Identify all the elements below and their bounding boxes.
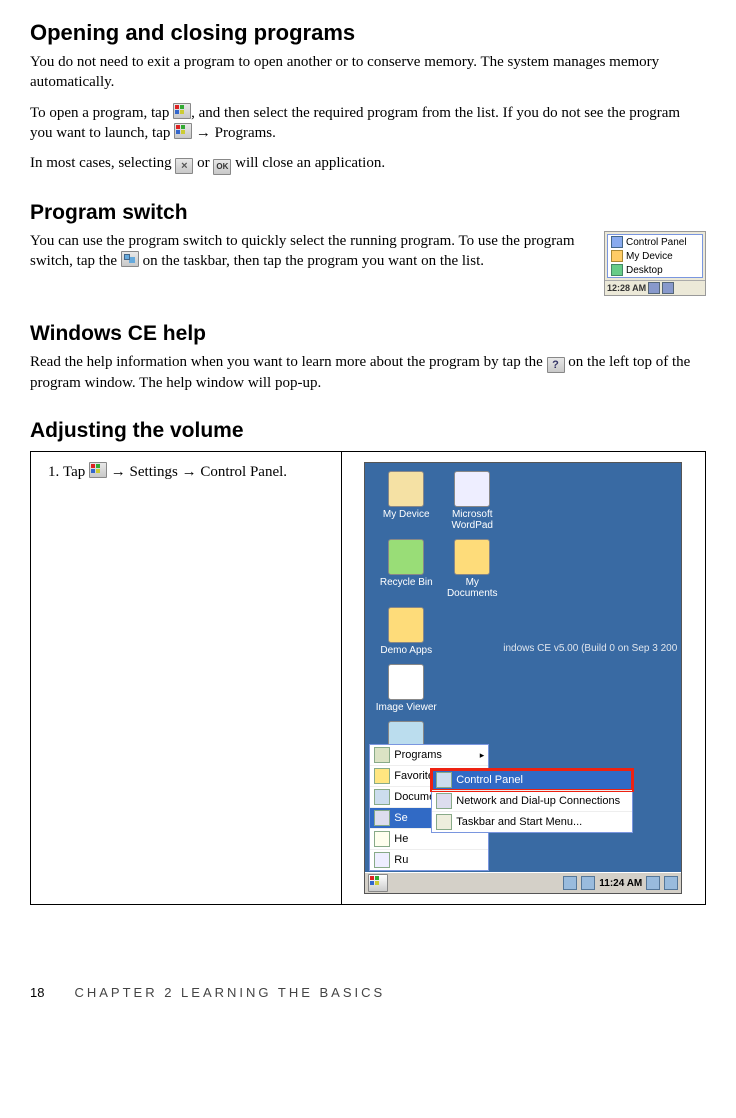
start-menu-programs[interactable]: Programs▸ (370, 745, 488, 765)
settings-submenu: Control Panel Network and Dial-up Connec… (431, 769, 633, 833)
watermark-line1: indows CE v5.00 (Build 0 on Sep 3 200 (503, 643, 677, 654)
start-icon (89, 462, 107, 478)
clock-text: 11:24 AM (599, 878, 642, 889)
submenu-control-panel[interactable]: Control Panel (432, 770, 632, 790)
mini-taskbar: 12:28 AM (605, 280, 705, 295)
desktop-icon-recycle[interactable]: Recycle Bin (373, 539, 439, 588)
switch-tray-icon (662, 282, 674, 294)
submenu-taskbar[interactable]: Taskbar and Start Menu... (432, 811, 632, 832)
volume-screenshot-cell: My Device Microsoft WordPad Recycle Bin … (341, 452, 706, 905)
program-switch-screenshot: Control Panel My Device Desktop 12:28 AM (604, 231, 706, 296)
desktop-icon-mydocs[interactable]: My Documents (439, 539, 505, 599)
desktop-icon-my-device[interactable]: My Device (373, 471, 439, 520)
tray-icon[interactable] (563, 876, 577, 890)
volume-step-cell: Tap → Settings → Control Panel. (31, 452, 342, 905)
program-switch-icon (121, 251, 139, 267)
text: → Programs. (192, 125, 276, 141)
heading-adjusting-volume: Adjusting the volume (30, 419, 706, 443)
para-memory: You do not need to exit a program to ope… (30, 52, 706, 93)
submenu-network[interactable]: Network and Dial-up Connections (432, 790, 632, 811)
text: In most cases, selecting (30, 155, 175, 171)
start-icon (174, 123, 192, 139)
para-close-app: In most cases, selecting × or OK will cl… (30, 153, 706, 175)
tray-icon[interactable] (664, 876, 678, 890)
heading-wince-help: Windows CE help (30, 322, 706, 346)
switch-item: Control Panel (608, 235, 702, 249)
switch-item: My Device (608, 249, 702, 263)
clock-text: 12:28 AM (607, 283, 646, 293)
volume-steps-table: Tap → Settings → Control Panel. My Devic… (30, 451, 706, 905)
start-button[interactable] (368, 874, 388, 892)
text: on the taskbar, then tap the program you… (143, 253, 484, 269)
page-number: 18 (30, 985, 44, 1000)
para-open-program: To open a program, tap , and then select… (30, 103, 706, 144)
text: will close an application. (231, 155, 385, 171)
desktop-icon-wordpad[interactable]: Microsoft WordPad (439, 471, 505, 531)
step-1: Tap → Settings → Control Panel. (63, 462, 331, 481)
help-icon: ? (547, 357, 565, 373)
desktop-icon-demo[interactable]: Demo Apps (373, 607, 439, 656)
taskbar: 11:24 AM (365, 872, 681, 893)
heading-program-switch: Program switch (30, 201, 706, 225)
desktop-screenshot: My Device Microsoft WordPad Recycle Bin … (364, 462, 682, 894)
tray-icon[interactable] (581, 876, 595, 890)
para-help: Read the help information when you want … (30, 352, 706, 393)
text: or (193, 155, 213, 171)
ok-icon: OK (213, 159, 231, 175)
text: Read the help information when you want … (30, 354, 547, 370)
start-icon (173, 103, 191, 119)
page-footer: 18 CHAPTER 2 LEARNING THE BASICS (30, 985, 706, 1000)
text: Tap (63, 464, 89, 480)
switch-item: Desktop (608, 263, 702, 277)
tray-icon (648, 282, 660, 294)
text: To open a program, tap (30, 105, 173, 121)
chevron-right-icon: ▸ (480, 750, 485, 761)
heading-opening-closing: Opening and closing programs (30, 20, 706, 46)
tray-icon[interactable] (646, 876, 660, 890)
chapter-title: CHAPTER 2 LEARNING THE BASICS (74, 985, 385, 1000)
desktop-icon-image-viewer[interactable]: Image Viewer (373, 664, 439, 713)
text: → Settings → Control Panel. (107, 464, 287, 480)
close-icon: × (175, 158, 193, 174)
start-menu-run[interactable]: Ru (370, 849, 488, 870)
